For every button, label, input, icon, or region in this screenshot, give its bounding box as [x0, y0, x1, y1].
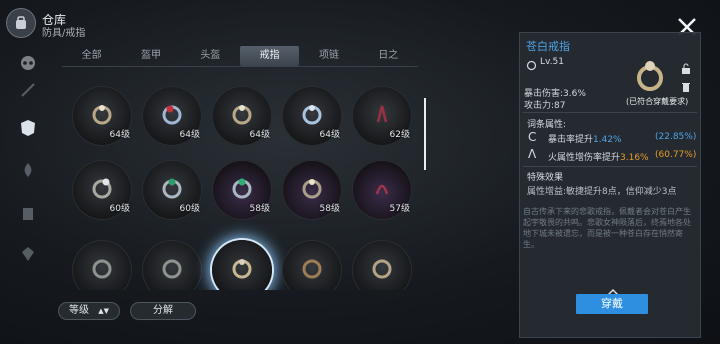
breadcrumb: 防具/戒指: [42, 28, 86, 39]
affix-1: 暴击率提升1.42%: [548, 132, 622, 145]
sword-icon[interactable]: [16, 78, 40, 102]
item-level-req: Lv.51: [540, 57, 564, 67]
item-level: 64级: [319, 130, 340, 140]
affix-1-percent: (22.85%): [655, 132, 697, 142]
affix-1-label: 暴击率提升: [548, 135, 594, 145]
affix-1-value: 1.42%: [593, 135, 622, 145]
special-header: 特殊效果: [527, 173, 564, 183]
armor-icon[interactable]: [16, 116, 40, 140]
ring-thumbnail: [630, 54, 670, 94]
affix-2: 火属性增伤率提升3.16%: [548, 150, 649, 163]
item-level: 58级: [319, 204, 340, 214]
scroll-icon[interactable]: [16, 202, 40, 226]
item-slot[interactable]: 57级: [352, 160, 412, 220]
sort-label: 等级: [69, 305, 90, 316]
trash-icon[interactable]: [680, 78, 692, 97]
item-level: 62级: [389, 130, 410, 140]
item-slot[interactable]: [282, 240, 342, 290]
item-level: 64级: [249, 130, 270, 140]
special-effect: 属性增益:敏捷提升8点，信仰减少3点: [527, 187, 677, 197]
item-level: 57级: [389, 204, 410, 214]
sort-dropdown[interactable]: 等级 ▲▼: [58, 302, 120, 320]
affix-2-percent: (60.77%): [655, 150, 697, 160]
category-tabs: 全部 盔甲 头盔 戒指 项链 日之: [62, 46, 418, 67]
grid-scrollbar[interactable]: [424, 98, 426, 170]
tab-ring[interactable]: 戒指: [239, 46, 300, 66]
item-level: 60级: [179, 204, 200, 214]
lock-icon[interactable]: [680, 60, 692, 79]
equip-button[interactable]: 穿戴: [576, 294, 648, 314]
affix-2-value: 3.16%: [620, 153, 649, 163]
category-rail: [6, 48, 50, 318]
item-slot[interactable]: 58级: [212, 160, 272, 220]
gem-icon[interactable]: [16, 242, 40, 266]
fire-icon: Λ: [528, 147, 537, 161]
item-level: 64级: [109, 130, 130, 140]
tab-necklace[interactable]: 项链: [299, 46, 358, 66]
item-slot[interactable]: 62级: [352, 86, 412, 146]
sort-arrows-icon: ▲▼: [98, 307, 109, 315]
item-level: 60级: [109, 204, 130, 214]
skull-icon[interactable]: [16, 52, 40, 76]
flame-icon[interactable]: [16, 158, 40, 182]
equip-requirement-note: (已符合穿戴要求): [626, 97, 689, 106]
item-slot[interactable]: 64级: [212, 86, 272, 146]
crit-icon: C: [528, 130, 537, 144]
item-name: 苍白戒指: [526, 40, 570, 53]
affix-2-label: 火属性增伤率提升: [548, 153, 621, 163]
affix-header: 词条属性:: [527, 120, 567, 130]
tab-all[interactable]: 全部: [62, 46, 121, 66]
item-slot[interactable]: [142, 240, 202, 290]
tab-armor[interactable]: 盔甲: [121, 46, 180, 66]
item-slot[interactable]: [352, 240, 412, 290]
item-grid: 64级 64级 64级 64级 62级 60级 60级 58级 58级 57级: [72, 80, 412, 290]
item-slot[interactable]: 60级: [142, 160, 202, 220]
item-slot[interactable]: 64级: [72, 86, 132, 146]
level-icon: [526, 56, 537, 75]
tab-more[interactable]: 日之: [359, 46, 418, 66]
item-level: 58级: [249, 204, 270, 214]
divider: [523, 112, 697, 113]
item-slot[interactable]: 60级: [72, 160, 132, 220]
item-slot-selected[interactable]: [212, 240, 272, 290]
item-slot[interactable]: [72, 240, 132, 290]
item-slot[interactable]: 58级: [282, 160, 342, 220]
item-level: 64级: [179, 130, 200, 140]
divider: [523, 166, 697, 167]
item-slot[interactable]: 64级: [282, 86, 342, 146]
backpack-icon: [6, 8, 36, 38]
item-slot[interactable]: 64级: [142, 86, 202, 146]
tab-helmet[interactable]: 头盔: [181, 46, 240, 66]
item-description: 自古传承下来的悲歌戒指，佩戴者会对苍白产生起宇敬畏的共鸣。悲歌女神陨落后，终焉地…: [523, 207, 691, 249]
stat-attack: 攻击力:87: [524, 101, 566, 111]
decompose-button[interactable]: 分解: [130, 302, 196, 320]
